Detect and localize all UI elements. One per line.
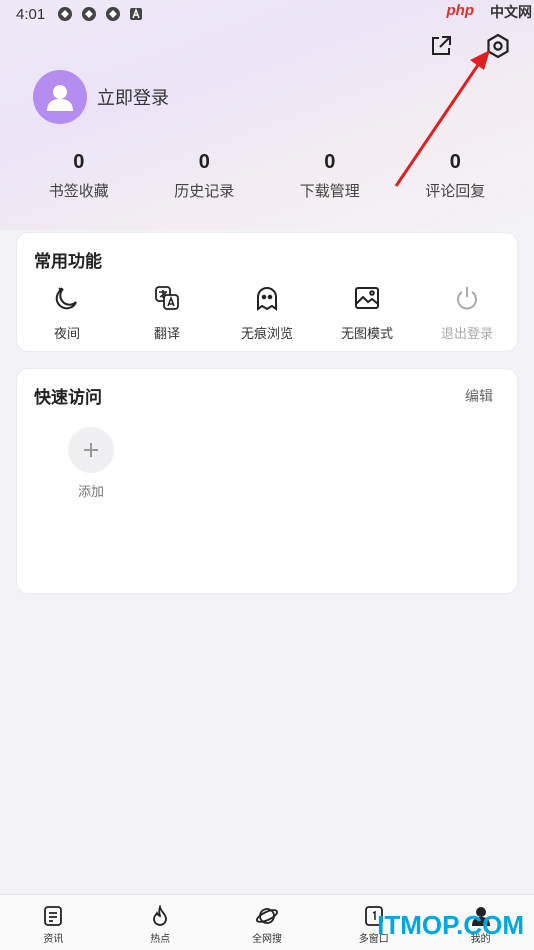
- avatar[interactable]: [33, 70, 87, 124]
- common-functions-card: 常用功能 夜间 翻译 无痕浏览 无图模式 退出登录: [16, 232, 518, 352]
- login-area[interactable]: 立即登录: [33, 70, 169, 124]
- translate-button[interactable]: 翻译: [117, 283, 217, 342]
- flame-icon: [153, 905, 168, 926]
- no-image-mode-button[interactable]: 无图模式: [317, 283, 417, 342]
- stat-label: 下载管理: [299, 183, 360, 200]
- stat-value: 0: [198, 151, 210, 173]
- nav-news[interactable]: 资讯: [0, 895, 107, 950]
- stat-value: 0: [73, 151, 85, 173]
- add-circle[interactable]: [68, 427, 114, 473]
- function-label: 翻译: [153, 326, 180, 341]
- plus-icon: [84, 443, 98, 457]
- night-mode-button[interactable]: 夜间: [17, 283, 117, 342]
- stat-value: 0: [449, 151, 461, 173]
- translate-icon: [152, 283, 182, 313]
- function-label: 无痕浏览: [240, 326, 293, 341]
- planet-icon: [255, 908, 278, 924]
- stat-history[interactable]: 0 历史记录: [142, 148, 268, 201]
- nav-label: 资讯: [43, 934, 64, 945]
- function-label: 夜间: [53, 326, 80, 341]
- add-label: 添加: [77, 484, 104, 499]
- moon-icon: [52, 283, 82, 313]
- power-icon: [452, 283, 482, 313]
- function-label: 无图模式: [340, 326, 393, 341]
- quick-access-card: 快速访问 编辑 添加: [16, 368, 518, 594]
- nav-search[interactable]: 全网搜: [214, 895, 321, 950]
- stat-comments[interactable]: 0 评论回复: [393, 148, 519, 201]
- edit-button[interactable]: 编辑: [465, 386, 493, 406]
- stat-value: 0: [324, 151, 336, 173]
- quick-access-title: 快速访问: [34, 388, 102, 407]
- nav-label: 全网搜: [251, 934, 282, 945]
- common-functions-title: 常用功能: [34, 252, 102, 271]
- image-icon: [352, 283, 382, 313]
- watermark-itmop: ITMOP.COM: [377, 910, 524, 940]
- stat-label: 书签收藏: [48, 183, 109, 200]
- incognito-button[interactable]: 无痕浏览: [217, 283, 317, 342]
- function-label: 退出登录: [440, 326, 493, 341]
- stat-downloads[interactable]: 0 下载管理: [267, 148, 393, 201]
- news-icon: [44, 906, 63, 926]
- add-shortcut-button[interactable]: 添加: [67, 427, 115, 500]
- login-button[interactable]: 立即登录: [97, 84, 169, 110]
- stat-bookmarks[interactable]: 0 书签收藏: [16, 148, 142, 201]
- ghost-icon: [252, 283, 282, 313]
- stats-row: 0 书签收藏 0 历史记录 0 下载管理 0 评论回复: [16, 148, 518, 201]
- logout-button[interactable]: 退出登录: [417, 283, 517, 342]
- stat-label: 历史记录: [174, 183, 235, 200]
- user-avatar-icon: [47, 85, 73, 111]
- stat-label: 评论回复: [425, 183, 486, 200]
- nav-label: 热点: [150, 934, 171, 945]
- function-row: 夜间 翻译 无痕浏览 无图模式 退出登录: [17, 283, 517, 342]
- nav-hot[interactable]: 热点: [107, 895, 214, 950]
